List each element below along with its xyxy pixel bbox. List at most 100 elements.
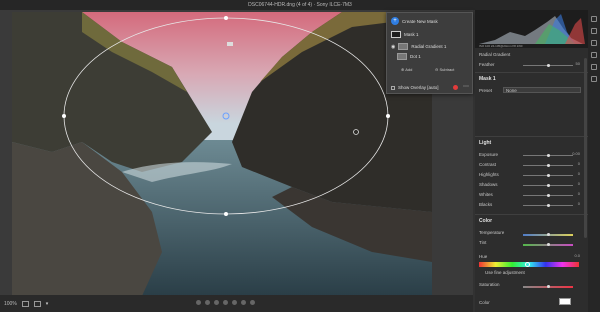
crop-icon[interactable] [591, 28, 597, 34]
slider-value[interactable]: 0 [578, 181, 580, 186]
color-heading[interactable]: Color [479, 218, 492, 224]
scrollbar[interactable] [584, 58, 587, 238]
gradient-rotate-handle[interactable] [227, 42, 233, 46]
whites-slider[interactable] [523, 194, 573, 197]
slider-knob[interactable] [547, 204, 550, 207]
slider-knob[interactable] [547, 184, 550, 187]
preset-select[interactable]: None [503, 87, 581, 93]
mask-heading: Mask 1 [479, 76, 496, 82]
radial-gradient-title: Radial Gradient [479, 52, 511, 57]
hue-label: Hue [479, 254, 488, 259]
slider-knob[interactable] [547, 243, 550, 246]
overlay-toggle[interactable]: Show Overlay [auto] [391, 85, 439, 90]
slider-knob[interactable] [547, 174, 550, 177]
color-swatch[interactable] [559, 298, 571, 305]
presets-icon[interactable] [591, 76, 597, 82]
hue-slider[interactable] [479, 262, 579, 267]
slider-knob[interactable] [547, 164, 550, 167]
feather-value[interactable]: 50 [576, 61, 580, 66]
filmstrip-dot[interactable] [196, 300, 201, 305]
checkbox-icon[interactable] [391, 85, 395, 90]
feather-label: Feather [479, 62, 495, 67]
component-gradient-label: Radial Gradient 1 [411, 44, 447, 49]
edit-panel: Radial Gradient Feather 50 Mask 1 Preset… [475, 48, 588, 312]
gradient-handle-bottom[interactable] [224, 212, 228, 216]
component-item-dot[interactable]: Dot 1 [397, 53, 421, 60]
slider-knob[interactable] [547, 285, 550, 288]
filmstrip-dot[interactable] [241, 300, 246, 305]
divider [475, 136, 588, 137]
slider-value[interactable]: 0.00 [572, 151, 580, 156]
filmstrip-dots[interactable] [196, 300, 255, 305]
slider-label: Exposure [479, 152, 499, 157]
slider-label: Blacks [479, 202, 493, 207]
highlights-slider[interactable] [523, 174, 573, 177]
fine-adjust-label[interactable]: Use fine adjustment [485, 270, 525, 275]
filmstrip-dot[interactable] [250, 300, 255, 305]
edit-icon[interactable] [591, 16, 597, 22]
dot-thumbnail [397, 53, 407, 60]
grid-view-icon[interactable] [21, 300, 29, 307]
create-mask-label: Create New Mask [402, 18, 438, 24]
color-label: Color [479, 300, 490, 305]
subtract-label: Subtract [439, 67, 455, 72]
slider-knob[interactable] [547, 194, 550, 197]
slider-knob[interactable] [525, 262, 530, 267]
overlay-color-swatch[interactable] [453, 85, 458, 90]
temperature-slider[interactable] [523, 233, 573, 236]
slider-label: Highlights [479, 172, 499, 177]
divider [475, 72, 588, 73]
filmstrip-dot[interactable] [223, 300, 228, 305]
add-button[interactable]: ⊕ Add [401, 67, 412, 72]
slider-value[interactable]: 0 [578, 161, 580, 166]
subtract-button[interactable]: ⊖ Subtract [435, 67, 454, 72]
slider-value[interactable]: 0 [578, 201, 580, 206]
mask-name: Mask 1 [404, 32, 419, 37]
eye-icon[interactable]: ◉ [391, 44, 395, 50]
slider-knob[interactable] [547, 154, 550, 157]
tint-slider[interactable] [523, 243, 573, 246]
filmstrip-dot[interactable] [205, 300, 210, 305]
slider-label: Contrast [479, 162, 497, 167]
blacks-slider[interactable] [523, 204, 573, 207]
gradient-handle-right[interactable] [386, 114, 390, 118]
redeye-icon[interactable] [591, 64, 597, 70]
mask-item[interactable]: Mask 1 [391, 31, 419, 38]
more-icon[interactable]: ⋯ [463, 83, 469, 90]
preset-label: Preset [479, 88, 493, 93]
bottom-toolbar: 100% ▾ [0, 295, 473, 312]
compare-view-icon[interactable] [33, 300, 41, 307]
slider-label: Whites [479, 192, 493, 197]
exposure-slider[interactable] [523, 154, 573, 157]
heal-icon[interactable] [591, 40, 597, 46]
tool-strip [588, 10, 600, 312]
shadows-slider[interactable] [523, 184, 573, 187]
filmstrip-dot[interactable] [232, 300, 237, 305]
preset-value: None [506, 88, 517, 93]
hue-value[interactable]: 0.0 [574, 253, 580, 258]
contrast-slider[interactable] [523, 164, 573, 167]
photo[interactable] [12, 12, 432, 295]
title-bar: DSC06744-HDR.dng (4 of 4) · Sony ILCE-7M… [0, 0, 600, 10]
feather-slider[interactable] [523, 64, 573, 67]
slider-value[interactable]: 0 [578, 191, 580, 196]
saturation-slider[interactable] [523, 285, 573, 288]
slider-knob[interactable] [547, 233, 550, 236]
gradient-handle-left[interactable] [62, 114, 66, 118]
feather-knob[interactable] [547, 64, 550, 67]
gradient-thumbnail [398, 43, 409, 50]
saturation-label: Saturation [479, 282, 500, 287]
create-mask-button[interactable]: + [391, 17, 399, 25]
window-title: DSC06744-HDR.dng (4 of 4) · Sony ILCE-7M… [248, 2, 352, 8]
slider-value[interactable]: 0 [578, 171, 580, 176]
create-mask-row[interactable]: + Create New Mask [391, 17, 438, 25]
app-window: DSC06744-HDR.dng (4 of 4) · Sony ILCE-7M… [0, 0, 600, 312]
mask-icon[interactable] [591, 52, 597, 58]
zoom-level[interactable]: 100% [4, 301, 17, 307]
light-heading[interactable]: Light [479, 140, 491, 146]
sort-icon[interactable]: ▾ [46, 301, 53, 307]
gradient-handle-top[interactable] [224, 16, 228, 20]
filmstrip-dot[interactable] [214, 300, 219, 305]
slider-label: Shadows [479, 182, 498, 187]
component-item-gradient[interactable]: ◉ Radial Gradient 1 [391, 43, 446, 50]
